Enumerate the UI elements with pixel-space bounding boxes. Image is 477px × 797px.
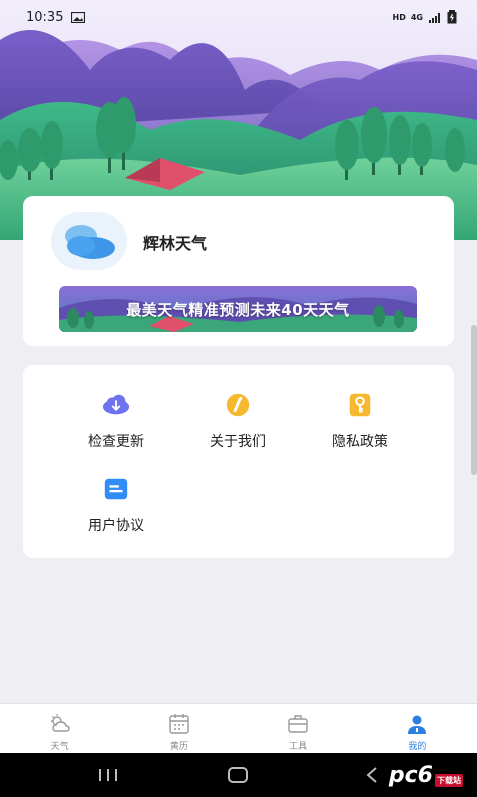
network-type-indicator: 4G xyxy=(410,12,423,22)
system-navigation-bar: pc6 下载站 xyxy=(0,753,477,797)
key-icon xyxy=(349,393,371,417)
image-notification-icon xyxy=(71,11,86,23)
user-icon xyxy=(408,715,427,734)
tab-tools-label: 工具 xyxy=(289,742,308,752)
privacy-policy-item[interactable]: 隐私政策 xyxy=(300,391,420,451)
tab-almanac[interactable]: 黄历 xyxy=(119,704,238,754)
check-update-item[interactable]: 检查更新 xyxy=(56,391,176,451)
promo-banner[interactable]: 最美天气精准预测未来40天天气 xyxy=(59,286,417,332)
avatar xyxy=(51,212,127,270)
info-icon xyxy=(226,393,250,417)
home-button[interactable] xyxy=(218,761,258,789)
user-agreement-label: 用户协议 xyxy=(88,518,144,534)
cloud-download-icon xyxy=(102,394,130,415)
battery-icon xyxy=(447,10,457,24)
recent-apps-button[interactable] xyxy=(88,761,128,789)
bottom-tab-bar: 天气 黄历 工具 我的 xyxy=(0,703,477,754)
tab-mine[interactable]: 我的 xyxy=(358,704,477,754)
tab-weather[interactable]: 天气 xyxy=(0,704,119,754)
document-icon xyxy=(104,478,128,500)
settings-menu-card: 检查更新 关于我们 隐私政策 用户协议 xyxy=(23,365,454,558)
profile-card: 辉林天气 最美天气精准预测未来40天天气 xyxy=(23,196,454,346)
tab-almanac-label: 黄历 xyxy=(169,742,188,752)
cloud-icon xyxy=(65,225,115,259)
app-name: 辉林天气 xyxy=(143,234,208,253)
back-icon xyxy=(366,767,377,783)
tab-weather-label: 天气 xyxy=(50,742,69,752)
watermark-subtext: 下载站 xyxy=(435,774,463,787)
toolbox-icon xyxy=(288,715,308,733)
calendar-icon xyxy=(169,714,189,734)
privacy-policy-label: 隐私政策 xyxy=(332,434,388,450)
weather-icon xyxy=(50,714,70,732)
status-time: 10:35 xyxy=(26,9,64,25)
scrollbar[interactable] xyxy=(471,325,477,475)
hd-indicator: HD xyxy=(392,12,406,22)
watermark: pc6 下载站 xyxy=(389,759,463,791)
check-update-label: 检查更新 xyxy=(88,434,144,450)
user-agreement-item[interactable]: 用户协议 xyxy=(56,475,176,535)
about-us-item[interactable]: 关于我们 xyxy=(178,391,298,451)
signal-icon xyxy=(429,12,440,23)
back-button[interactable] xyxy=(352,761,392,789)
tab-mine-label: 我的 xyxy=(408,742,427,752)
home-icon xyxy=(228,767,248,783)
watermark-text: pc6 xyxy=(388,762,433,788)
tab-tools[interactable]: 工具 xyxy=(239,704,358,754)
about-us-label: 关于我们 xyxy=(210,434,266,450)
status-bar: 10:35 HD 4G xyxy=(0,0,477,34)
banner-text: 最美天气精准预测未来40天天气 xyxy=(126,300,350,319)
recent-apps-icon xyxy=(99,769,117,781)
